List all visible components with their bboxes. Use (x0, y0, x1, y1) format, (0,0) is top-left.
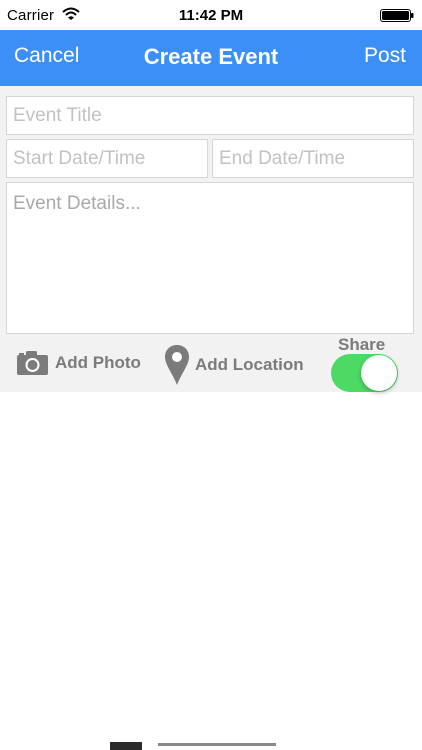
status-bar: Carrier 11:42 PM (0, 0, 422, 30)
share-label: Share (338, 335, 386, 354)
share-toggle[interactable] (331, 354, 398, 392)
add-photo-label: Add Photo (55, 353, 141, 372)
status-time: 11:42 PM (178, 7, 244, 24)
camera-icon (17, 351, 48, 375)
post-button[interactable]: Post (364, 44, 406, 68)
event-form: Add Photo Add Location Share (0, 86, 422, 392)
location-pin-icon (165, 345, 189, 385)
event-title-input[interactable] (6, 96, 414, 135)
bottom-text-fragment (158, 743, 276, 746)
bottom-thumbnail-fragment (110, 742, 142, 750)
add-location-label: Add Location (195, 355, 304, 374)
end-datetime-input[interactable] (212, 139, 414, 178)
battery-icon (380, 9, 414, 22)
start-datetime-input[interactable] (6, 139, 208, 178)
add-location-button[interactable]: Add Location (164, 344, 304, 386)
page-title: Create Event (143, 44, 279, 69)
event-details-input[interactable] (6, 182, 414, 334)
add-photo-button[interactable]: Add Photo (16, 348, 141, 378)
share-toggle-knob (361, 355, 397, 391)
navigation-bar: Cancel Create Event Post (0, 30, 422, 86)
